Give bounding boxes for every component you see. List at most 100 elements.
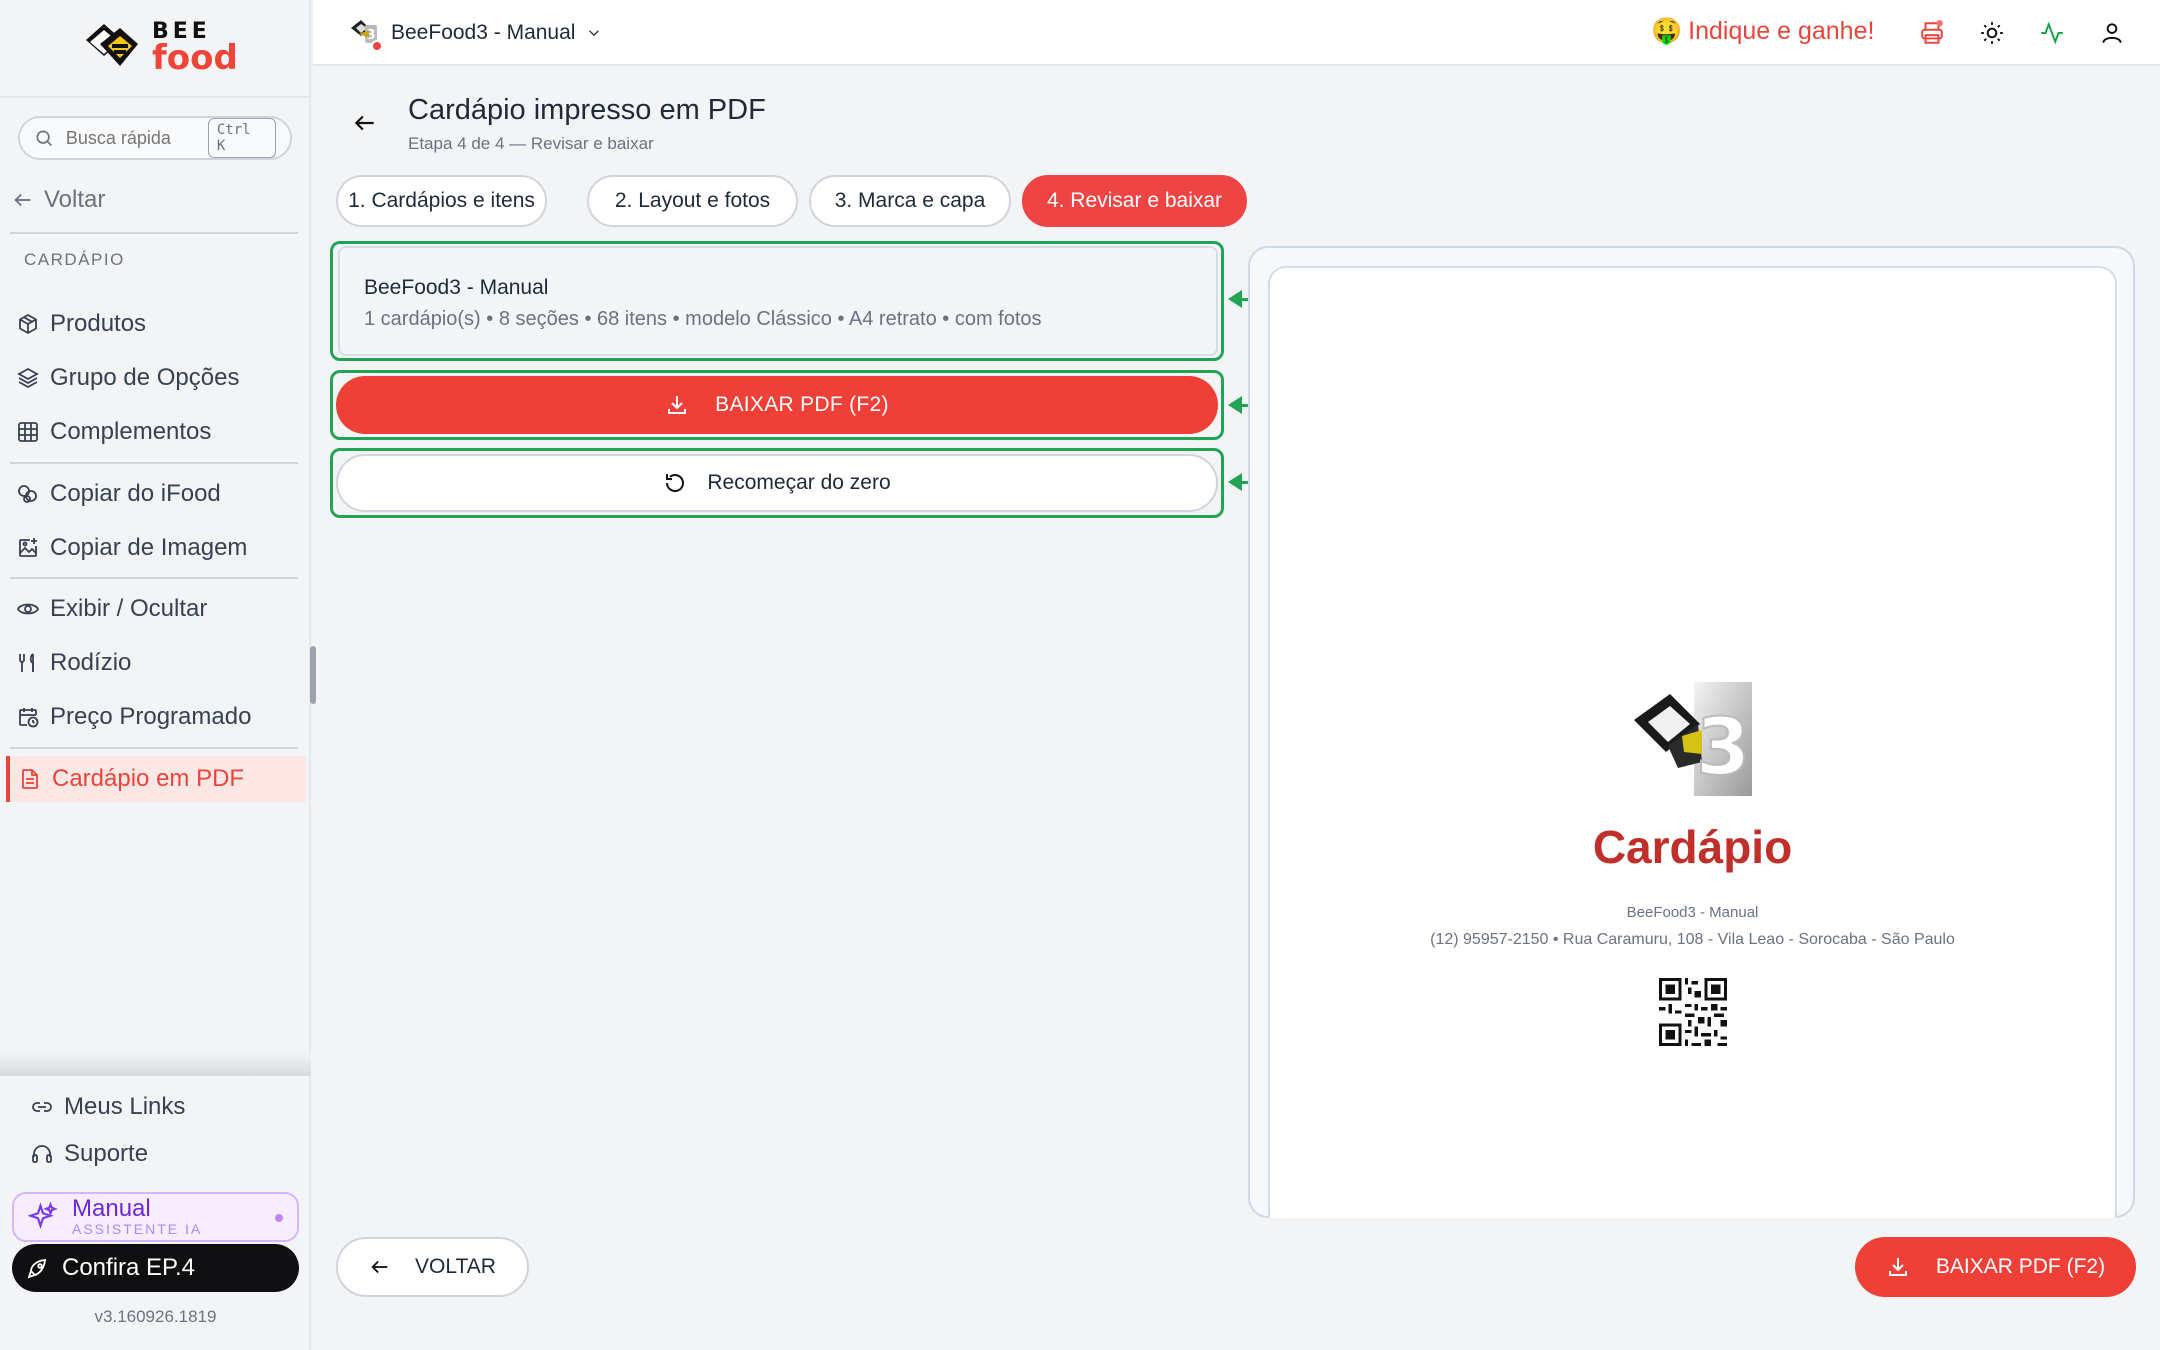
download-icon xyxy=(1888,1258,1907,1276)
download-footer-label: BAIXAR PDF (F2) xyxy=(1935,1255,2106,1278)
utensils-icon xyxy=(19,653,34,672)
page-title: Cardápio impresso em PDF xyxy=(408,94,766,126)
tab-step-2[interactable]: 2. Layout e fotos xyxy=(587,175,798,227)
qr-code-icon xyxy=(1659,978,1727,1046)
copy-icon xyxy=(18,485,37,503)
page-back-arrow-icon[interactable] xyxy=(352,110,378,136)
tab-step-1[interactable]: 1. Cardápios e itens xyxy=(336,175,547,227)
store-name: BeeFood3 - Manual xyxy=(391,21,576,44)
sidebar-item-label: Complementos xyxy=(50,418,212,445)
sidebar-item-rodizio[interactable]: Rodízio xyxy=(6,640,306,686)
bee-logo-icon xyxy=(86,24,138,66)
store-logo: 3 xyxy=(347,16,383,52)
download-pdf-footer-button[interactable]: BAIXAR PDF (F2) xyxy=(1855,1237,2136,1297)
sun-icon[interactable] xyxy=(1979,20,2005,46)
grid-icon xyxy=(18,422,38,442)
sidebar-item-label: Copiar de Imagem xyxy=(50,534,248,561)
sidebar-item-label: Produtos xyxy=(50,310,147,337)
referral-link[interactable]: 🤑 Indique e ganhe! xyxy=(1651,17,1874,46)
search-icon xyxy=(36,130,52,147)
activity-icon[interactable] xyxy=(2039,20,2065,46)
image-plus-icon xyxy=(19,538,37,557)
sidebar-item-copiar-imagem[interactable]: Copiar de Imagem xyxy=(6,525,306,571)
search-shortcut: Ctrl K xyxy=(207,118,276,158)
sidebar-item-produtos[interactable]: Produtos xyxy=(6,301,306,347)
tab-step-3[interactable]: 3. Marca e capa xyxy=(809,175,1011,227)
store-status-dot xyxy=(371,40,383,52)
callout-arrow xyxy=(1228,396,1242,414)
file-text-icon xyxy=(22,769,38,789)
ai-text: Manual ASSISTENTE IA xyxy=(72,1195,203,1238)
sidebar-item-label: Suporte xyxy=(64,1140,149,1167)
ai-subtitle: ASSISTENTE IA xyxy=(72,1221,203,1237)
highlight-box xyxy=(330,241,1224,361)
sidebar-item-label: Cardápio em PDF xyxy=(52,765,245,792)
rocket-icon xyxy=(27,1258,47,1279)
svg-text:3: 3 xyxy=(1696,703,1750,793)
sidebar-back-link[interactable]: Voltar xyxy=(12,186,105,214)
sidebar-item-label: Preço Programado xyxy=(50,703,252,730)
ai-assistant-button[interactable]: Manual ASSISTENTE IA xyxy=(12,1192,299,1242)
divider xyxy=(10,747,298,749)
sidebar-item-cardapio-pdf[interactable]: Cardápio em PDF xyxy=(6,756,306,802)
money-face-icon: 🤑 xyxy=(1651,17,1683,45)
sidebar: BEE food Ctrl K Voltar CARDÁPIO Produtos… xyxy=(0,0,311,1350)
cover-title: Cardápio xyxy=(1592,821,1793,873)
sidebar-item-label: Rodízio xyxy=(50,649,132,676)
sidebar-item-label: Copiar do iFood xyxy=(50,480,221,507)
sidebar-item-complementos[interactable]: Complementos xyxy=(6,409,306,455)
callout-arrow xyxy=(1228,290,1242,308)
sidebar-resize-handle[interactable] xyxy=(310,646,316,704)
brand-wordmark: BEE food xyxy=(152,21,238,78)
ai-title: Manual xyxy=(72,1195,151,1222)
sidebar-divider xyxy=(0,96,311,98)
headset-icon xyxy=(32,1145,52,1163)
sidebar-scroll-shadow xyxy=(0,1052,311,1076)
user-icon[interactable] xyxy=(2099,20,2125,46)
divider xyxy=(10,232,298,234)
brand-logo[interactable]: BEE food xyxy=(78,20,238,76)
back-button-label: VOLTAR xyxy=(415,1255,496,1278)
referral-label: Indique e ganhe! xyxy=(1688,17,1875,45)
arrow-left-icon xyxy=(14,193,31,207)
arrow-left-icon xyxy=(371,1260,388,1274)
sidebar-item-meus-links[interactable]: Meus Links xyxy=(20,1084,300,1130)
eye-icon xyxy=(16,603,40,615)
ai-status-dot xyxy=(275,1214,283,1222)
callout-arrow xyxy=(1228,473,1242,491)
page-subtitle: Etapa 4 de 4 — Revisar e baixar xyxy=(408,134,654,153)
back-button[interactable]: VOLTAR xyxy=(336,1237,529,1297)
printer-icon[interactable] xyxy=(1919,20,1945,46)
sidebar-item-preco-programado[interactable]: Preço Programado xyxy=(6,694,306,740)
layers-icon xyxy=(17,367,39,389)
sparkles-icon xyxy=(28,1202,58,1230)
brand-line2: food xyxy=(152,38,238,78)
link-icon xyxy=(32,1102,52,1112)
tab-step-4[interactable]: 4. Revisar e baixar xyxy=(1022,175,1247,227)
cover-store-name: BeeFood3 - Manual xyxy=(1626,904,1759,921)
divider xyxy=(10,577,298,579)
app-version: v3.160926.1819 xyxy=(94,1307,217,1326)
section-label: CARDÁPIO xyxy=(24,250,125,269)
search-input[interactable] xyxy=(65,127,196,149)
divider xyxy=(10,462,298,464)
back-label: Voltar xyxy=(44,186,106,213)
box-icon xyxy=(19,313,37,335)
highlight-box xyxy=(330,448,1224,518)
highlight-box xyxy=(330,370,1224,440)
quick-search[interactable]: Ctrl K xyxy=(18,116,292,160)
sidebar-item-label: Grupo de Opções xyxy=(50,364,240,391)
sidebar-item-suporte[interactable]: Suporte xyxy=(20,1131,300,1177)
store-selector[interactable]: 3 BeeFood3 - Manual xyxy=(347,16,603,52)
chevron-down-icon xyxy=(589,30,600,37)
sidebar-item-copiar-ifood[interactable]: Copiar do iFood xyxy=(6,471,306,517)
promo-label: Confira EP.4 xyxy=(62,1254,195,1281)
sidebar-item-grupo-opcoes[interactable]: Grupo de Opções xyxy=(6,355,306,401)
store-cover-logo: 3 xyxy=(1634,682,1752,796)
sidebar-item-label: Meus Links xyxy=(64,1093,186,1120)
promo-button[interactable]: Confira EP.4 xyxy=(12,1244,299,1292)
calendar-clock-icon xyxy=(19,708,39,728)
sidebar-item-label: Exibir / Ocultar xyxy=(50,595,208,622)
topbar: 3 BeeFood3 - Manual 🤑 Indique e ganhe! xyxy=(313,0,2160,66)
sidebar-item-exibir-ocultar[interactable]: Exibir / Ocultar xyxy=(6,586,306,632)
